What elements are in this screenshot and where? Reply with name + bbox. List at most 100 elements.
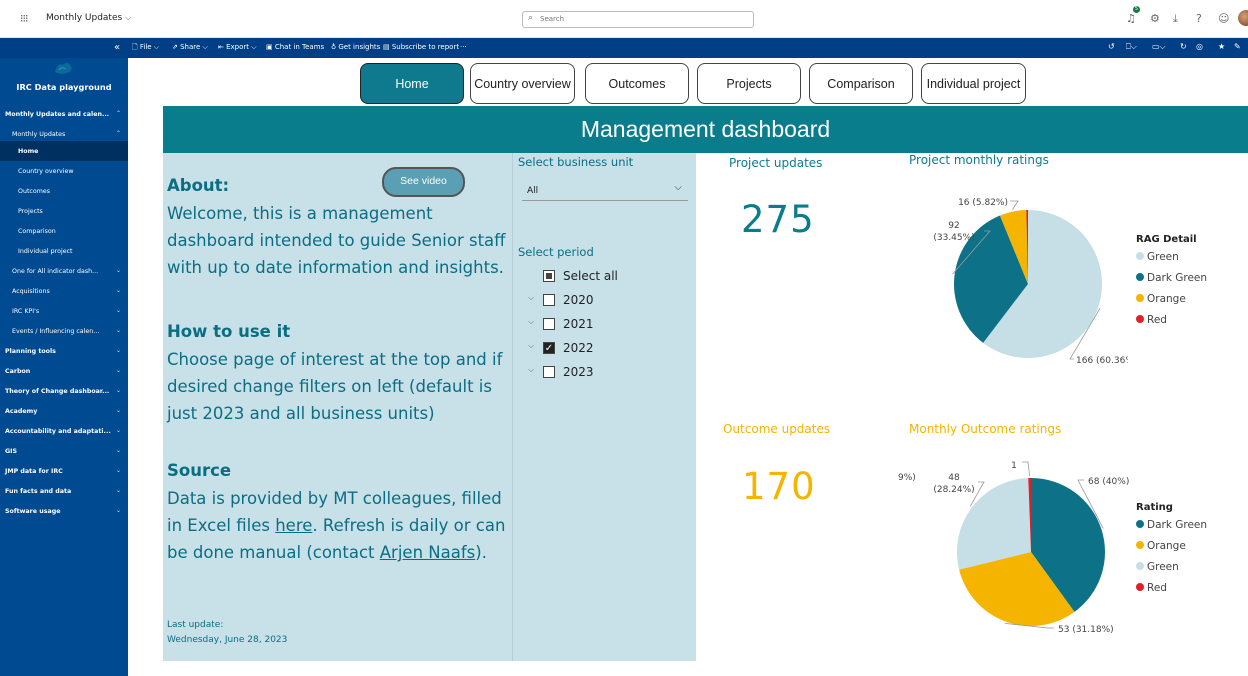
view-icon[interactable]: ▭⌵: [1152, 42, 1166, 52]
export-menu[interactable]: ⇤ Export ⌵: [218, 43, 257, 52]
checkbox-partial[interactable]: [543, 270, 555, 282]
sidebar-item-label: Academy: [5, 408, 38, 415]
share-menu[interactable]: ⇗ Share ⌵: [172, 43, 208, 52]
chevron-down-icon: ⌄: [115, 407, 121, 414]
help-icon[interactable]: ?: [1196, 12, 1202, 25]
expand-icon[interactable]: ⌵: [528, 317, 534, 327]
sidebar-item-country-overview[interactable]: Country overview: [0, 161, 128, 181]
chat-label: Chat in Teams: [274, 43, 325, 51]
sidebar-item-monthly-updates-app[interactable]: Monthly Updates and calen... ⌃: [0, 104, 128, 124]
sidebar-item-label: Monthly Updates: [12, 131, 66, 138]
subscribe-button[interactable]: ▤ Subscribe to report: [383, 43, 459, 51]
sidebar-item-comparison[interactable]: Comparison: [0, 221, 128, 241]
workspace-logo-icon: [55, 62, 72, 74]
more-options-button[interactable]: ···: [460, 43, 467, 51]
sidebar-item-planning-tools[interactable]: Planning tools ⌄: [0, 341, 128, 361]
expand-icon[interactable]: ⌵: [528, 341, 534, 351]
checkbox-checked[interactable]: ✓: [543, 342, 555, 354]
favorite-icon[interactable]: ★: [1218, 42, 1225, 51]
feedback-icon[interactable]: ☺: [1218, 12, 1229, 25]
get-insights-button[interactable]: ♁ Get insights: [331, 43, 380, 51]
sidebar-item-accountability[interactable]: Accountability and adaptati... ⌄: [0, 421, 128, 441]
legend-item-red: Red: [1136, 582, 1167, 594]
outcome-ratings-pie: 68 (40%) 53 (31.18%) 48 (28.24%) 1 (0.59%): [898, 461, 1129, 635]
chevron-down-icon: ⌄: [115, 507, 121, 514]
tab-projects[interactable]: Projects: [697, 63, 801, 104]
sidebar-item-jmp-data[interactable]: JMP data for IRC ⌄: [0, 461, 128, 481]
file-menu[interactable]: 🗋 File ⌵: [132, 43, 159, 54]
refresh-icon[interactable]: ↻: [1180, 42, 1187, 51]
sidebar-item-events[interactable]: Events / Influencing calen... ⌄: [0, 321, 128, 341]
reset-icon[interactable]: ↺: [1108, 42, 1115, 51]
comment-icon[interactable]: ◎: [1196, 42, 1203, 51]
sidebar-item-gis[interactable]: GIS ⌄: [0, 441, 128, 461]
last-update-value: Wednesday, June 28, 2023: [167, 635, 288, 645]
sidebar-item-software-usage[interactable]: Software usage ⌄: [0, 501, 128, 521]
sidebar-item-fun-facts[interactable]: Fun facts and data ⌄: [0, 481, 128, 501]
tab-home[interactable]: Home: [360, 63, 464, 104]
tab-outcomes[interactable]: Outcomes: [585, 63, 689, 104]
sidebar-item-label: Software usage: [5, 508, 61, 515]
period-title: Select period: [518, 245, 594, 259]
sidebar-item-label: Acquisitions: [12, 288, 50, 295]
here-link[interactable]: here: [275, 516, 312, 535]
tab-comparison[interactable]: Comparison: [809, 63, 913, 104]
sidebar-item-label: Events / Influencing calen...: [12, 328, 100, 335]
notification-icon[interactable]: ♫: [1126, 12, 1136, 25]
legend-item-green: Green: [1136, 561, 1179, 573]
sidebar-item-acquisitions[interactable]: Acquisitions ⌄: [0, 281, 128, 301]
see-video-button[interactable]: See video: [382, 167, 465, 197]
legend-label: Dark Green: [1147, 519, 1208, 531]
chevron-down-icon: ⌄: [115, 347, 121, 354]
checkbox[interactable]: [543, 318, 555, 330]
sidebar-item-irc-kpis[interactable]: IRC KPI's ⌄: [0, 301, 128, 321]
period-item-2023[interactable]: ⌵ 2023: [513, 363, 693, 383]
sidebar-item-carbon[interactable]: Carbon ⌄: [0, 361, 128, 381]
settings-icon[interactable]: ⚙: [1150, 12, 1160, 25]
search-icon: ⌕: [528, 13, 534, 23]
sidebar-item-label: Country overview: [18, 168, 74, 175]
business-unit-value: All: [527, 186, 539, 196]
sidebar-item-academy[interactable]: Academy ⌄: [0, 401, 128, 421]
period-item-2022[interactable]: ⌵ ✓ 2022: [513, 339, 693, 359]
legend-label: Red: [1147, 582, 1167, 594]
chevron-down-icon: ⌄: [115, 387, 121, 394]
chevron-down-icon: ⌄: [115, 467, 121, 474]
tab-country-overview[interactable]: Country overview: [470, 63, 575, 104]
app-launcher-icon[interactable]: ⁝⁝⁝: [20, 12, 28, 25]
sidebar-item-label: GIS: [5, 448, 18, 455]
chevron-up-icon: ⌃: [115, 130, 121, 137]
checkbox[interactable]: [543, 294, 555, 306]
sidebar-item-theory-of-change[interactable]: Theory of Change dashboar... ⌄: [0, 381, 128, 401]
legend-item-green: Green: [1136, 251, 1179, 263]
business-unit-dropdown[interactable]: All ⌵: [522, 179, 688, 201]
sidebar-item-label: Comparison: [18, 228, 56, 235]
search-input[interactable]: ⌕ Search: [522, 11, 754, 28]
business-unit-title: Select business unit: [518, 155, 634, 169]
download-icon[interactable]: ⤓: [1173, 12, 1178, 26]
expand-icon[interactable]: ⌵: [528, 293, 534, 303]
pie-data-label: 1: [1011, 461, 1017, 471]
period-item-2021[interactable]: ⌵ 2021: [513, 315, 693, 335]
avatar[interactable]: [1238, 10, 1248, 26]
sidebar-item-home[interactable]: Home: [0, 141, 128, 161]
report-name-dropdown[interactable]: Monthly Updates ⌵: [46, 13, 131, 23]
sidebar-item-outcomes[interactable]: Outcomes: [0, 181, 128, 201]
collapse-nav-icon[interactable]: «: [114, 42, 120, 53]
sidebar-item-individual-project[interactable]: Individual project: [0, 241, 128, 261]
sidebar-item-projects[interactable]: Projects: [0, 201, 128, 221]
period-item-2020[interactable]: ⌵ 2020: [513, 291, 693, 311]
sidebar-item-one-for-all[interactable]: One for All indicator dash... ⌄: [0, 261, 128, 281]
bookmark-icon[interactable]: ⎕⌵: [1126, 42, 1137, 52]
chat-in-teams-button[interactable]: ▣ Chat in Teams: [266, 43, 324, 51]
edit-icon[interactable]: ✎: [1234, 42, 1241, 51]
select-all-checkbox[interactable]: Select all: [513, 267, 693, 287]
period-label: 2023: [563, 365, 594, 379]
expand-icon[interactable]: ⌵: [528, 365, 534, 375]
about-panel: See video About: Welcome, this is a mana…: [163, 153, 512, 661]
contact-link[interactable]: Arjen Naafs: [380, 543, 475, 562]
checkbox[interactable]: [543, 366, 555, 378]
legend-dot: [1136, 315, 1144, 323]
tab-individual-project[interactable]: Individual project: [921, 63, 1026, 104]
chevron-down-icon: ⌵: [674, 182, 682, 193]
